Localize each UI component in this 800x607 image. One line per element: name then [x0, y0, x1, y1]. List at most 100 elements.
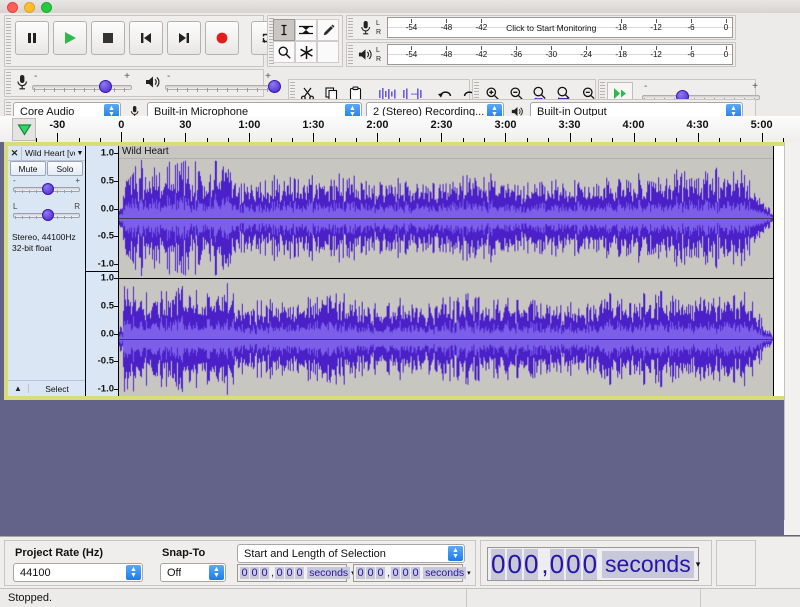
ruler-label: 3:00: [494, 119, 517, 131]
chevron-down-icon[interactable]: ▾: [467, 569, 471, 577]
time-digit[interactable]: 0: [507, 548, 522, 580]
selection-mode-dropdown[interactable]: Start and Length of Selection ▲ ▼: [237, 544, 465, 563]
play-button[interactable]: [53, 21, 87, 55]
recording-volume-slider[interactable]: - +: [32, 71, 132, 94]
draw-tool-button[interactable]: [317, 19, 339, 41]
zero-amplitude-line: [119, 339, 773, 340]
selection-length-time-field[interactable]: 0 0 0, 0 0 0 seconds ▾: [353, 564, 471, 582]
select-track-button[interactable]: Select: [29, 384, 85, 394]
time-digit[interactable]: 0: [566, 548, 581, 580]
toolbar-grip[interactable]: [348, 45, 353, 64]
slider-thumb[interactable]: [268, 79, 281, 93]
selection-toolbar: Project Rate (Hz) Snap-To 44100 ▲ ▼ Off ▲…: [0, 536, 800, 589]
meter-scale-label: -6: [687, 50, 695, 59]
vertical-scrollbar[interactable]: [784, 142, 800, 535]
vertical-ruler-right-channel: 1.0 0.5 0.0 -0.5 -1.0: [86, 271, 118, 396]
meter-scale-label: -12: [650, 23, 662, 32]
chevron-down-icon[interactable]: ▼: [75, 150, 85, 157]
monitoring-hint-label: Click to Start Monitoring: [506, 23, 597, 33]
selection-start-time-field[interactable]: 000,000seconds▾: [237, 564, 355, 582]
channel-label-l: L: [376, 46, 380, 54]
ruler-major-tick: [569, 133, 571, 142]
time-digit[interactable]: 0: [285, 567, 295, 579]
toolbar-grip[interactable]: [6, 72, 11, 94]
time-digit[interactable]: 0: [295, 567, 305, 579]
track-control-panel[interactable]: ✕ Wild Heart [vo ▼ Mute Solo - + L R Ste…: [8, 146, 86, 396]
track-name-label: Wild Heart [vo: [25, 148, 75, 158]
chevron-updown-icon[interactable]: ▲ ▼: [448, 546, 463, 561]
project-rate-dropdown[interactable]: 44100 ▲ ▼: [13, 563, 143, 582]
track-format-info: Stereo, 44100Hz 32-bit float: [12, 232, 83, 254]
recording-meter-scale[interactable]: Click to Start Monitoring -54 -48 -42 -18 -1…: [387, 17, 733, 38]
time-digit[interactable]: 0: [376, 567, 385, 579]
timeline-ruler[interactable]: -30 0 30 1:00 1:30 2:00 2:30 3:00 3:30 4:00 4:30 5:…: [36, 116, 800, 142]
solo-button[interactable]: Solo: [47, 161, 83, 176]
selected-track-container[interactable]: ✕ Wild Heart [vo ▼ Mute Solo - + L R Ste…: [4, 142, 790, 400]
slider-thumb[interactable]: [99, 79, 112, 93]
vertical-ruler-tick: [114, 278, 118, 279]
chevron-down-icon[interactable]: ▾: [696, 559, 701, 570]
time-digit[interactable]: 0: [582, 548, 598, 580]
triangle-up-icon[interactable]: ▲: [8, 384, 29, 393]
chevron-updown-icon[interactable]: ▲ ▼: [126, 565, 141, 580]
time-digit[interactable]: 0: [411, 567, 421, 579]
track-title-bar[interactable]: ✕ Wild Heart [vo ▼: [8, 146, 85, 161]
time-digits[interactable]: 000,000: [356, 567, 421, 579]
time-digit[interactable]: 0: [549, 548, 565, 580]
mute-button[interactable]: Mute: [10, 161, 46, 176]
recording-meter-channel-labels: L R: [376, 17, 387, 38]
time-digit[interactable]: 0: [366, 567, 375, 579]
snap-to-dropdown[interactable]: Off ▲ ▼: [160, 563, 226, 582]
time-digit[interactable]: 0: [250, 567, 259, 579]
meter-scale-label: -42: [475, 23, 488, 32]
time-digit[interactable]: 0: [356, 567, 365, 579]
meter-scale-label: -48: [440, 23, 453, 32]
toolbar-grip[interactable]: [6, 18, 11, 64]
maximize-window-button[interactable]: [41, 2, 52, 13]
zoom-tool-button[interactable]: [273, 41, 295, 63]
minimize-window-button[interactable]: [24, 2, 35, 13]
playback-meter-scale[interactable]: -54 -48 -42 -36 -30 -24 -18 -12 -6 0: [387, 44, 733, 65]
time-digits[interactable]: 000,000: [240, 567, 305, 579]
skip-to-start-button[interactable]: [129, 21, 163, 55]
chevron-updown-icon[interactable]: ▲ ▼: [209, 565, 224, 580]
playback-meter-toolbar[interactable]: L R -54 -48 -42 -36 -30 -24 -18 -12 -6 0: [346, 42, 736, 67]
recording-meter-toolbar[interactable]: L R Click to Start Monitoring -54 -48 -42 -…: [346, 15, 736, 40]
pause-button[interactable]: [15, 21, 49, 55]
envelope-tool-button[interactable]: [295, 19, 317, 41]
selection-tool-button[interactable]: [273, 19, 295, 41]
multi-tool-button[interactable]: [295, 41, 317, 63]
time-digit[interactable]: 0: [523, 548, 539, 580]
time-digit[interactable]: 0: [401, 567, 411, 579]
audio-position-display[interactable]: 0 0 0, 0 0 0 seconds ▾: [487, 547, 701, 581]
record-button[interactable]: [205, 21, 239, 55]
vertical-ruler-label: 0.0: [100, 328, 114, 339]
waveform-channel-right[interactable]: [119, 279, 773, 396]
timeline-ruler-bar[interactable]: -30 0 30 1:00 1:30 2:00 2:30 3:00 3:30 4:00 4:30 5:…: [0, 116, 800, 143]
vertical-ruler-label: 1.0: [100, 272, 114, 284]
stop-button[interactable]: [91, 21, 125, 55]
close-window-button[interactable]: [7, 2, 18, 13]
slider-thumb[interactable]: [41, 183, 54, 195]
audio-clip[interactable]: Wild Heart: [119, 146, 774, 396]
track-vertical-ruler[interactable]: 1.0 0.5 0.0 -0.5 -1.0 1.0 0.5 0.0 -0.5 -1.0: [86, 146, 119, 396]
time-digit[interactable]: 0: [391, 567, 401, 579]
time-digit[interactable]: 0: [275, 567, 285, 579]
playback-volume-slider[interactable]: - +: [165, 71, 281, 94]
track-panel-area[interactable]: ✕ Wild Heart [vo ▼ Mute Solo - + L R Ste…: [0, 142, 800, 536]
close-track-button[interactable]: ✕: [8, 146, 22, 160]
slider-thumb[interactable]: [41, 209, 54, 221]
selection-settings-group: Project Rate (Hz) Snap-To 44100 ▲ ▼ Off ▲…: [4, 540, 476, 586]
time-digit[interactable]: 0: [491, 548, 506, 580]
track-pan-slider[interactable]: L R: [13, 202, 80, 222]
time-digit[interactable]: 0: [260, 567, 269, 579]
time-digit[interactable]: 0: [240, 567, 249, 579]
time-unit-label: seconds: [602, 550, 694, 578]
snap-to-value: Off: [167, 566, 182, 579]
waveform-area[interactable]: Wild Heart: [119, 146, 786, 396]
waveform-channel-left[interactable]: [119, 158, 773, 278]
track-gain-slider[interactable]: - +: [13, 176, 80, 196]
toolbar-grip[interactable]: [348, 18, 353, 37]
skip-to-end-button[interactable]: [167, 21, 201, 55]
pinned-play-head-button[interactable]: [12, 118, 36, 141]
